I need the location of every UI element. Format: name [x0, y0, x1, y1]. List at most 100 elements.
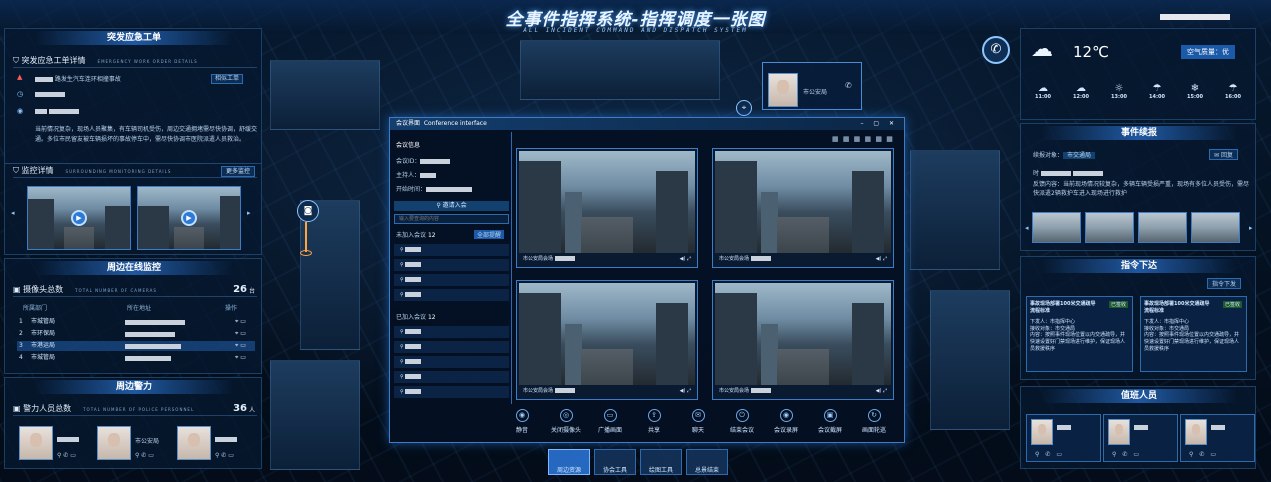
- window-buttons[interactable]: – ▢ ✕: [860, 118, 898, 130]
- table-row[interactable]: 4 市城管局 ⌖ ▭: [17, 353, 255, 363]
- microphone-icon: ◉: [515, 409, 529, 422]
- video-cell[interactable]: 市公安局会场 ◀) ⤢: [516, 280, 698, 400]
- contact-icons[interactable]: ⚲ ✆ ▭: [215, 452, 234, 459]
- forecast-item: ☁ 12:00: [1067, 83, 1095, 100]
- incident-photo[interactable]: [1191, 212, 1240, 243]
- next-arrow-icon[interactable]: ▸: [1249, 224, 1253, 232]
- work-order-detail-en: EMERGENCY WORK ORDER DETAILS: [97, 59, 198, 64]
- city-building: [520, 40, 720, 100]
- list-item[interactable]: ⚲: [394, 356, 509, 368]
- directive-card[interactable]: 事故现场部署100米交通疏导流程标准 已签收 下发人：市指挥中心 接收对象：市交…: [1140, 296, 1247, 372]
- list-item[interactable]: ⚲: [394, 341, 509, 353]
- tab-assist-tools[interactable]: 协会工具: [594, 449, 636, 475]
- mute-button[interactable]: ◉ 静音: [502, 409, 542, 434]
- play-icon[interactable]: ▶: [71, 210, 87, 226]
- prev-arrow-icon[interactable]: ◂: [1025, 224, 1029, 232]
- chat-button[interactable]: ✉ 聊天: [678, 409, 718, 434]
- layout-icons[interactable]: ▦ ▦ ▦ ▦ ▦ ▦: [832, 135, 894, 143]
- video-cell[interactable]: 市公安局会场 ◀) ⤢: [516, 148, 698, 268]
- share-button[interactable]: ⇪ 共享: [634, 409, 674, 434]
- monitor-video-1[interactable]: ▶: [27, 186, 131, 250]
- police-icon: ▣: [13, 404, 24, 413]
- volume-fullscreen-icons[interactable]: ◀) ⤢: [876, 254, 887, 265]
- video-label: 市公安局会场 ◀) ⤢: [715, 386, 891, 397]
- location-icon: ◉: [17, 107, 24, 115]
- phone-icon[interactable]: ✆: [982, 36, 1010, 64]
- screenshot-button[interactable]: ▣ 会议截屏: [810, 409, 850, 434]
- event-text: 路发生汽车连环相撞事故: [35, 74, 121, 83]
- duty-card: ⚲✆▭: [1103, 414, 1178, 462]
- video-label: 市公安局会场 ◀) ⤢: [715, 254, 891, 265]
- tab-draw-tools[interactable]: 绘图工具: [640, 449, 682, 475]
- rain-icon: ☂: [1228, 83, 1238, 94]
- list-item[interactable]: ⚲: [394, 274, 509, 286]
- table-row[interactable]: 3 市港运局 ⌖ ▭: [17, 341, 255, 351]
- police-count: 36: [233, 403, 247, 414]
- contact-icons[interactable]: ⚲✆▭: [1189, 451, 1222, 458]
- tab-end[interactable]: 总景结束: [686, 449, 728, 475]
- list-item[interactable]: ⚲: [394, 326, 509, 338]
- location-pin-icon[interactable]: ⌖ ▭: [235, 329, 246, 339]
- end-meeting-button[interactable]: ⏻ 结束会议: [722, 409, 762, 434]
- contact-icons[interactable]: ⚲✆▭: [1112, 451, 1145, 458]
- location-pin-icon[interactable]: ⌖ ▭: [235, 353, 246, 363]
- record-button[interactable]: ◉ 会议录屏: [766, 409, 806, 434]
- location-pin-icon[interactable]: ⌖ ▭: [235, 341, 246, 351]
- location-pin-icon[interactable]: ⌖ ▭: [235, 317, 246, 327]
- directive-card[interactable]: 事故现场部署100米交通疏导流程标准 已签收 下发人：市指挥中心 接收对象：市交…: [1026, 296, 1133, 372]
- issue-directive-button[interactable]: 指令下发: [1207, 278, 1242, 289]
- incident-photo[interactable]: [1085, 212, 1134, 243]
- list-item[interactable]: ⚲: [394, 259, 509, 271]
- table-row[interactable]: 2 市环保局 ⌖ ▭: [17, 329, 255, 339]
- video-cell[interactable]: 市公安局会场 ◀) ⤢: [712, 280, 894, 400]
- command-dashboard: 全事件指挥系统-指挥调度一张图 ALL INCIDENT COMMAND AND…: [0, 0, 1271, 482]
- volume-fullscreen-icons[interactable]: ◀) ⤢: [876, 386, 887, 397]
- table-row[interactable]: 1 市城管局 ⌖ ▭: [17, 317, 255, 327]
- police-org: [57, 436, 79, 443]
- conference-window: 会议界面 Conference interface – ▢ ✕ 会议信息 会议I…: [389, 117, 905, 443]
- conference-title: 会议界面: [396, 120, 421, 127]
- rotate-button[interactable]: ↻ 画面轮巡: [854, 409, 894, 434]
- prev-arrow-icon[interactable]: ◂: [11, 209, 15, 217]
- incident-content: 反馈内容：当前现场情况较复杂，多辆车辆受损严重，现场有多位人员受伤，需尽快派遣2…: [1033, 181, 1250, 197]
- forecast-item: ☁ 11:00: [1029, 83, 1057, 100]
- volume-fullscreen-icons[interactable]: ◀) ⤢: [680, 386, 691, 397]
- similar-order-button[interactable]: 相似工单: [211, 74, 244, 84]
- more-monitor-button[interactable]: 更多监控: [220, 166, 255, 177]
- camera-off-button[interactable]: ◎ 关闭摄像头: [546, 409, 586, 434]
- monitor-video-2[interactable]: ▶: [137, 186, 241, 250]
- screen-icon: ▭: [603, 409, 617, 422]
- camera-count: 26: [233, 284, 247, 295]
- next-arrow-icon[interactable]: ▸: [247, 209, 251, 217]
- conference-titlebar: 会议界面 Conference interface – ▢ ✕: [390, 118, 904, 130]
- contact-icons[interactable]: ⚲ ✆ ▭: [135, 452, 154, 459]
- list-item[interactable]: ⚲: [394, 371, 509, 383]
- list-item[interactable]: ⚲: [394, 289, 509, 301]
- invite-button[interactable]: ⚲ 邀请入会: [394, 201, 509, 211]
- broadcast-button[interactable]: ▭ 广播画面: [590, 409, 630, 434]
- camera-marker-icon[interactable]: ◙: [297, 200, 319, 222]
- phone-icon[interactable]: ✆: [845, 81, 852, 90]
- work-order-title: 突发应急工单: [35, 31, 233, 45]
- record-icon: ◉: [779, 409, 793, 422]
- list-item[interactable]: ⚲: [394, 244, 509, 256]
- reply-button[interactable]: ✉ 回复: [1209, 149, 1238, 160]
- volume-fullscreen-icons[interactable]: ◀) ⤢: [680, 254, 691, 265]
- video-cell[interactable]: 市公安局会场 ◀) ⤢: [712, 148, 894, 268]
- search-input[interactable]: [394, 214, 509, 224]
- window-controls[interactable]: [1160, 6, 1260, 20]
- remind-all-button[interactable]: 全部提醒: [474, 230, 505, 239]
- avatar: [1108, 419, 1130, 445]
- tab-resources[interactable]: 周边资源: [548, 449, 590, 475]
- contact-icons[interactable]: ⚲ ✆ ▭: [57, 452, 76, 459]
- meeting-start: 开始时间：: [396, 184, 473, 193]
- list-item[interactable]: ⚲: [394, 386, 509, 398]
- table-header: 所属部门 所在地址 操作: [17, 304, 255, 314]
- contact-icons[interactable]: ⚲✆▭: [1035, 451, 1068, 458]
- incident-photo[interactable]: [1138, 212, 1187, 243]
- popup-org: 市公安局: [803, 89, 828, 96]
- incident-photo[interactable]: [1032, 212, 1081, 243]
- play-icon[interactable]: ▶: [181, 210, 197, 226]
- location-marker-icon[interactable]: ⌖: [736, 100, 752, 116]
- forecast-item: ☼ 13:00: [1105, 83, 1133, 100]
